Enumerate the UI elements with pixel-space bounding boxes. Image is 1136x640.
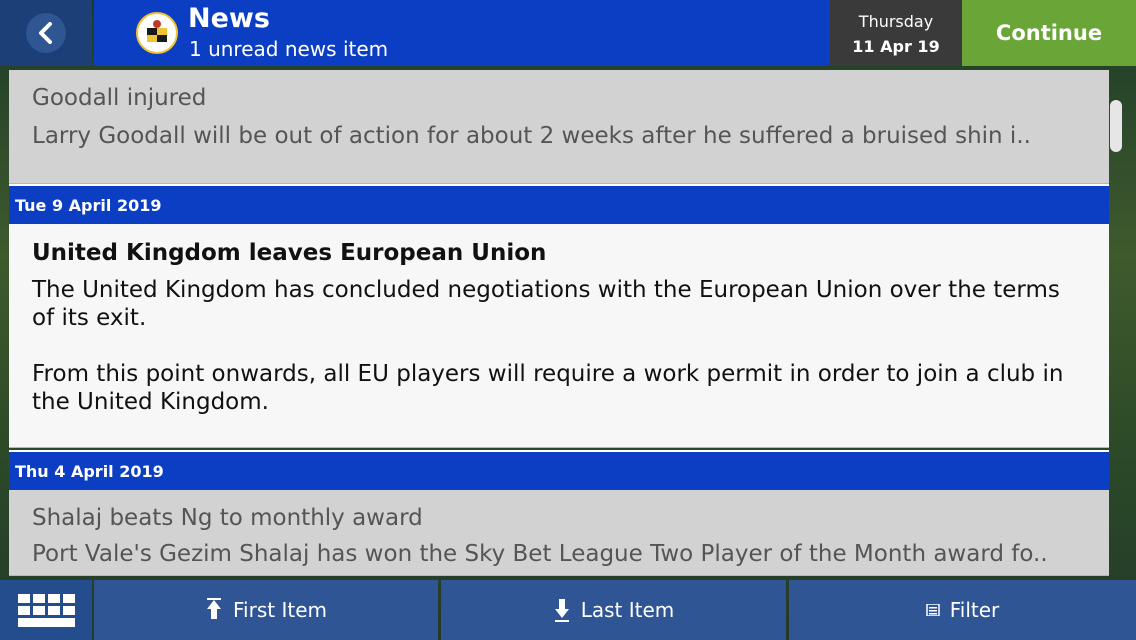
news-item-paragraph: The United Kingdom has concluded negotia… (32, 277, 1060, 331)
news-item-title: United Kingdom leaves European Union (32, 240, 547, 266)
arrow-down-icon (554, 599, 569, 622)
last-item-button[interactable]: Last Item (441, 580, 786, 640)
first-item-label: First Item (233, 598, 327, 622)
news-item-title: Goodall injured (32, 85, 207, 111)
unread-count-text: 1 unread news item (189, 37, 389, 61)
date-header: Tue 9 April 2019 (9, 184, 1109, 224)
news-item-selected[interactable]: United Kingdom leaves European Union The… (9, 224, 1109, 448)
filter-button[interactable]: Filter (789, 580, 1136, 640)
club-crest-icon (136, 12, 178, 54)
grid-menu-icon (17, 593, 75, 627)
news-item-snippet: Port Vale's Gezim Shalaj has won the Sky… (32, 541, 1048, 567)
title-bar: News 1 unread news item (94, 0, 830, 66)
header-bar: News 1 unread news item Thursday 11 Apr … (0, 0, 1136, 66)
scrollbar[interactable] (1110, 100, 1122, 152)
back-arrow-icon (26, 13, 66, 53)
bottom-toolbar: First Item Last Item Filter (0, 580, 1136, 640)
continue-button[interactable]: Continue (962, 0, 1136, 66)
back-button[interactable] (0, 0, 92, 66)
current-date-short: 11 Apr 19 (852, 37, 940, 56)
filter-list-icon (925, 604, 940, 616)
first-item-button[interactable]: First Item (94, 580, 438, 640)
menu-button[interactable] (0, 580, 92, 640)
news-item[interactable]: Goodall injured Larry Goodall will be ou… (9, 70, 1109, 184)
date-header: Thu 4 April 2019 (9, 450, 1109, 490)
current-date: Thursday 11 Apr 19 (830, 0, 962, 66)
news-item[interactable]: Shalaj beats Ng to monthly award Port Va… (9, 490, 1109, 576)
last-item-label: Last Item (580, 598, 675, 622)
page-title: News (188, 3, 270, 34)
news-item-paragraph: From this point onwards, all EU players … (32, 361, 1064, 415)
arrow-up-icon (207, 598, 221, 619)
news-list[interactable]: Goodall injured Larry Goodall will be ou… (9, 70, 1109, 576)
news-item-snippet: Larry Goodall will be out of action for … (32, 123, 1031, 149)
news-item-title: Shalaj beats Ng to monthly award (32, 505, 423, 531)
current-date-day: Thursday (858, 12, 934, 31)
filter-label: Filter (949, 598, 1000, 622)
